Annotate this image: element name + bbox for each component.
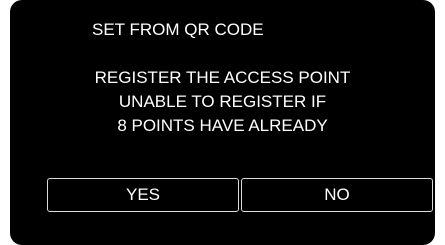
message-line: REGISTER THE ACCESS POINT bbox=[94, 68, 351, 87]
message-line: UNABLE TO REGISTER IF bbox=[118, 92, 327, 111]
yes-button[interactable]: YES bbox=[47, 178, 239, 212]
no-button[interactable]: NO bbox=[241, 178, 433, 212]
dialog-screen: SET FROM QR CODE REGISTER THE ACCESS POI… bbox=[10, 0, 435, 245]
dialog-message: REGISTER THE ACCESS POINT UNABLE TO REGI… bbox=[10, 66, 435, 138]
dialog-title: SET FROM QR CODE bbox=[92, 20, 264, 39]
message-line: 8 POINTS HAVE ALREADY bbox=[117, 116, 328, 135]
